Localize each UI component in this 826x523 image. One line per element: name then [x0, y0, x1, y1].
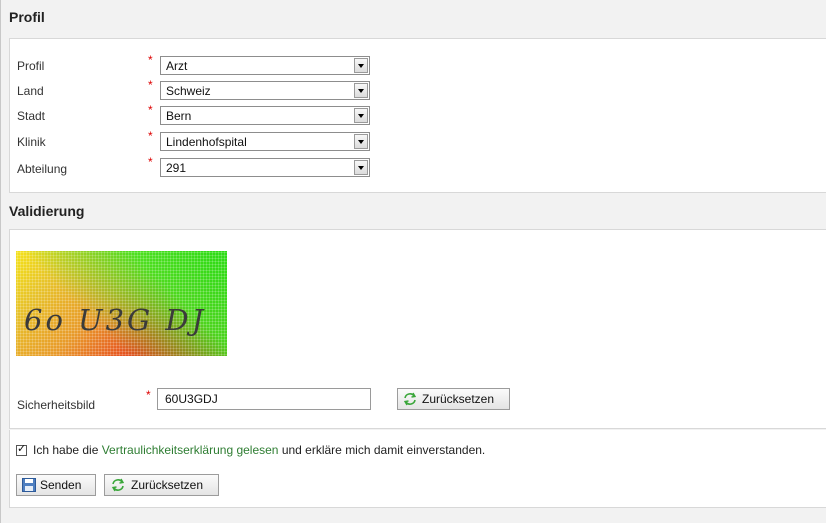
captcha-reset-label: Zurücksetzen [422, 392, 495, 406]
captcha-image: 6o U3G DJ [16, 251, 227, 356]
chevron-down-icon[interactable] [354, 83, 368, 98]
reset-label: Zurücksetzen [131, 478, 204, 492]
chevron-down-icon[interactable] [354, 108, 368, 123]
profil-select[interactable]: Arzt [160, 56, 370, 75]
profil-panel [9, 38, 826, 193]
required-mark: * [148, 78, 153, 92]
send-button[interactable]: Senden [16, 474, 96, 496]
refresh-icon [111, 478, 125, 492]
profil-heading: Profil [9, 9, 45, 25]
required-mark: * [148, 129, 153, 143]
chevron-down-icon[interactable] [354, 160, 368, 175]
land-select[interactable]: Schweiz [160, 81, 370, 100]
captcha-text: 6o U3G DJ [24, 303, 207, 337]
privacy-statement-link[interactable]: Vertraulichkeitserklärung gelesen [102, 443, 279, 457]
field-label-stadt: Stadt [17, 109, 46, 123]
required-mark: * [148, 103, 153, 117]
reset-button[interactable]: Zurücksetzen [104, 474, 219, 496]
security-code-input[interactable]: 60U3GDJ [157, 388, 371, 410]
validierung-heading: Validierung [9, 203, 85, 219]
security-image-label: Sicherheitsbild [17, 398, 96, 412]
field-label-abteilung: Abteilung [17, 162, 68, 176]
agreement-text: Ich habe die Vertraulichkeitserklärung g… [33, 443, 485, 457]
stadt-select-value: Bern [166, 109, 192, 123]
abteilung-select-value: 291 [166, 161, 187, 175]
field-label-profil: Profil [17, 59, 45, 73]
abteilung-select[interactable]: 291 [160, 158, 370, 177]
land-select-value: Schweiz [166, 84, 211, 98]
refresh-icon [403, 392, 417, 406]
required-mark: * [146, 388, 151, 402]
klinik-select[interactable]: Lindenhofspital [160, 132, 370, 151]
security-code-value: 60U3GDJ [165, 392, 218, 406]
stadt-select[interactable]: Bern [160, 106, 370, 125]
agreement-checkbox[interactable] [16, 442, 27, 456]
agreement-suffix: und erkläre mich damit einverstanden. [278, 443, 486, 457]
chevron-down-icon[interactable] [354, 58, 368, 73]
field-label-land: Land [17, 84, 44, 98]
profil-select-value: Arzt [166, 59, 188, 73]
captcha-reset-button[interactable]: Zurücksetzen [397, 388, 510, 410]
agreement-prefix: Ich habe die [33, 443, 102, 457]
agreement-panel [9, 430, 826, 508]
field-label-klinik: Klinik [17, 135, 46, 149]
floppy-disk-icon [22, 478, 36, 492]
required-mark: * [148, 155, 153, 169]
required-mark: * [148, 53, 153, 67]
klinik-select-value: Lindenhofspital [166, 135, 247, 149]
chevron-down-icon[interactable] [354, 134, 368, 149]
send-label: Senden [40, 478, 82, 492]
